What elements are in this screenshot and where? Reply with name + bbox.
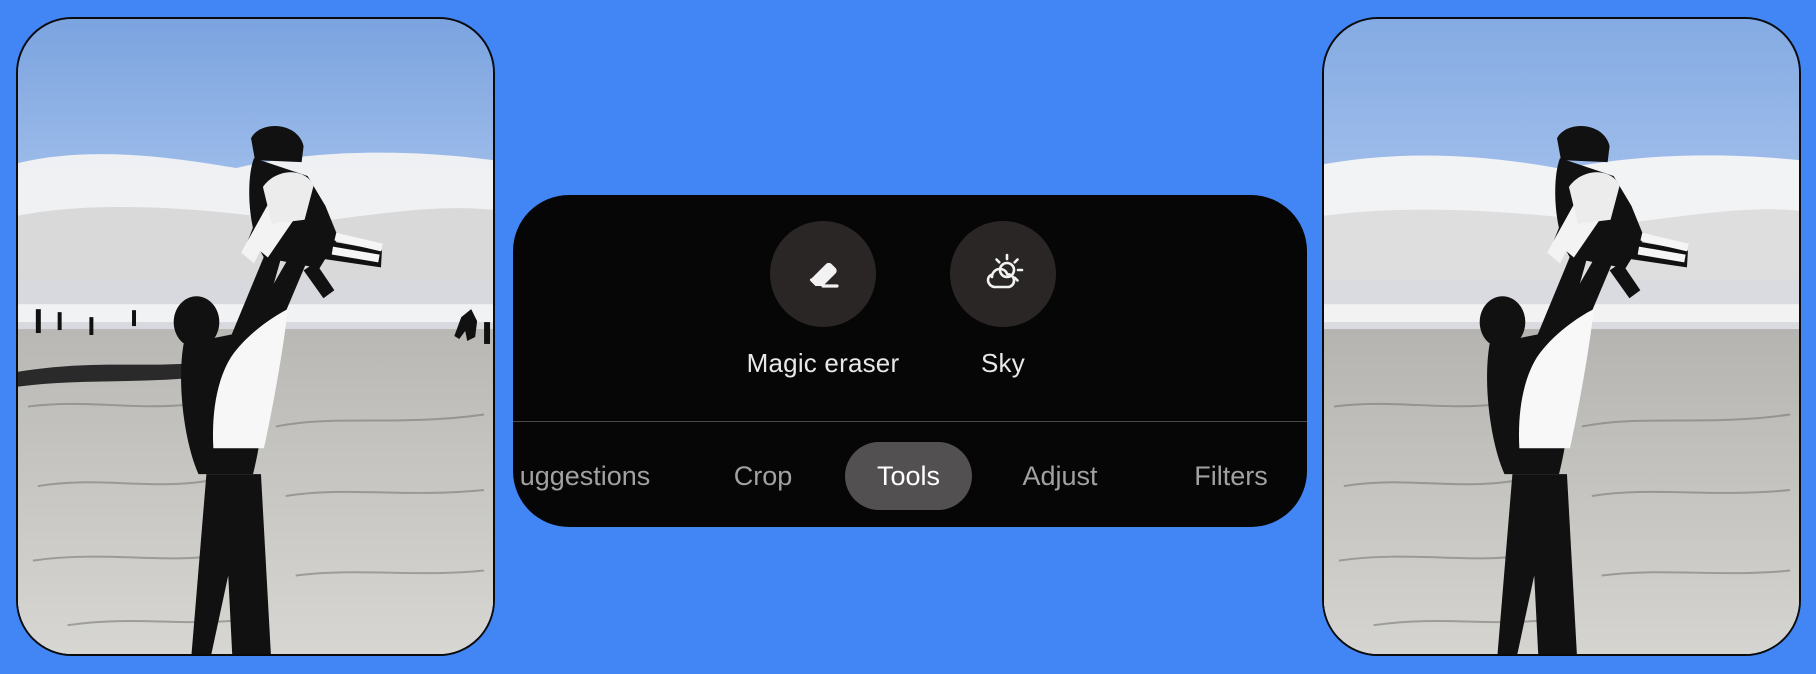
magic-eraser-button[interactable]: [770, 221, 876, 327]
beach-photo-right: [1324, 19, 1799, 654]
tab-suggestions-label: uggestions: [519, 460, 651, 491]
tab-crop[interactable]: Crop: [711, 442, 815, 510]
magic-eraser-tool[interactable]: Magic eraser: [733, 221, 913, 391]
sun-cloud-icon: [986, 253, 1024, 289]
beach-photo-left: [18, 19, 493, 654]
sky-label: Sky: [981, 348, 1025, 378]
tab-filters[interactable]: Filters: [1163, 442, 1299, 510]
tab-suggestions[interactable]: uggestions: [513, 442, 705, 510]
tab-tools[interactable]: Tools: [845, 442, 972, 510]
tab-tools-label: Tools: [876, 460, 941, 491]
edited-photo-card: [1322, 17, 1801, 656]
original-photo-card: [16, 17, 495, 656]
magic-eraser-label: Magic eraser: [746, 348, 900, 378]
sky-button[interactable]: [950, 221, 1056, 327]
tab-adjust[interactable]: Adjust: [998, 442, 1122, 510]
sky-tool[interactable]: Sky: [913, 221, 1093, 391]
editor-tabs: uggestions Crop Tools Adjust Filters: [513, 422, 1307, 527]
tab-adjust-label: Adjust: [1022, 460, 1098, 491]
tab-crop-label: Crop: [733, 460, 793, 491]
photo-editor-panel: Magic eraser Sky uggestions Crop Tools A…: [513, 195, 1307, 527]
tool-row: Magic eraser Sky: [513, 195, 1307, 420]
tab-filters-label: Filters: [1194, 460, 1268, 491]
eraser-icon: [809, 262, 839, 288]
